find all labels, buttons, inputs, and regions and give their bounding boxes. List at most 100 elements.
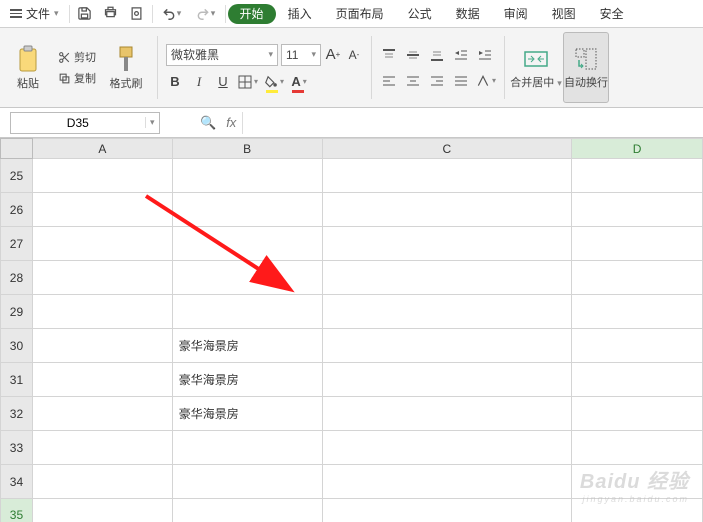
row-header[interactable]: 30 xyxy=(1,329,33,363)
align-top-button[interactable] xyxy=(380,45,398,65)
cell[interactable] xyxy=(172,431,322,465)
row-header[interactable]: 25 xyxy=(1,159,33,193)
cell[interactable]: 豪华海景房 xyxy=(172,397,322,431)
cell[interactable] xyxy=(572,397,703,431)
cell[interactable] xyxy=(572,159,703,193)
cell[interactable] xyxy=(32,465,172,499)
tab-security[interactable]: 安全 xyxy=(588,0,636,27)
align-middle-button[interactable] xyxy=(404,45,422,65)
wrap-text-button[interactable]: 自动换行 xyxy=(563,32,609,103)
cell[interactable] xyxy=(172,295,322,329)
name-box-input[interactable] xyxy=(11,116,145,130)
align-center-button[interactable] xyxy=(404,71,422,91)
cell[interactable] xyxy=(572,227,703,261)
tab-view[interactable]: 视图 xyxy=(540,0,588,27)
tab-layout[interactable]: 页面布局 xyxy=(324,0,396,27)
decrease-indent-button[interactable] xyxy=(452,45,470,65)
italic-button[interactable]: I xyxy=(190,72,208,92)
cell[interactable] xyxy=(572,431,703,465)
increase-indent-button[interactable] xyxy=(476,45,494,65)
justify-button[interactable] xyxy=(452,71,470,91)
cell[interactable] xyxy=(322,227,572,261)
tab-formula[interactable]: 公式 xyxy=(396,0,444,27)
cell[interactable] xyxy=(322,261,572,295)
cell[interactable] xyxy=(32,499,172,522)
row-header[interactable]: 31 xyxy=(1,363,33,397)
cell[interactable] xyxy=(32,397,172,431)
name-box[interactable]: ▾ xyxy=(10,112,160,134)
cell[interactable] xyxy=(572,499,703,522)
formula-input[interactable] xyxy=(242,112,703,134)
font-name-select[interactable]: 微软雅黑▾ xyxy=(166,44,278,66)
align-right-button[interactable] xyxy=(428,71,446,91)
border-button[interactable] xyxy=(238,72,258,92)
row-header[interactable]: 27 xyxy=(1,227,33,261)
fill-color-button[interactable] xyxy=(264,72,284,92)
row-header[interactable]: 34 xyxy=(1,465,33,499)
cell[interactable] xyxy=(32,329,172,363)
col-header[interactable]: D xyxy=(572,139,703,159)
cell[interactable] xyxy=(322,499,572,522)
name-box-dropdown[interactable]: ▾ xyxy=(145,117,159,128)
align-left-button[interactable] xyxy=(380,71,398,91)
format-painter-button[interactable]: 格式刷 xyxy=(103,32,149,103)
cell[interactable] xyxy=(572,465,703,499)
cell[interactable] xyxy=(32,159,172,193)
tab-data[interactable]: 数据 xyxy=(444,0,492,27)
cell[interactable] xyxy=(32,261,172,295)
orientation-button[interactable] xyxy=(476,71,496,91)
cell[interactable] xyxy=(572,193,703,227)
cell[interactable] xyxy=(322,159,572,193)
align-bottom-button[interactable] xyxy=(428,45,446,65)
cell[interactable] xyxy=(32,193,172,227)
row-header[interactable]: 32 xyxy=(1,397,33,431)
cell[interactable] xyxy=(322,363,572,397)
row-header[interactable]: 28 xyxy=(1,261,33,295)
cell[interactable] xyxy=(172,499,322,522)
cell[interactable] xyxy=(32,363,172,397)
cut-button[interactable]: 剪切 xyxy=(55,48,99,66)
increase-font-button[interactable]: A+ xyxy=(324,45,342,65)
cell[interactable] xyxy=(572,363,703,397)
print-button[interactable] xyxy=(98,0,124,27)
col-header[interactable]: C xyxy=(322,139,572,159)
cell[interactable] xyxy=(322,431,572,465)
zoom-icon[interactable]: 🔍 xyxy=(200,115,216,131)
cell[interactable] xyxy=(572,295,703,329)
cell[interactable] xyxy=(572,329,703,363)
cell[interactable]: 豪华海景房 xyxy=(172,329,322,363)
cell[interactable] xyxy=(322,329,572,363)
save-button[interactable] xyxy=(72,0,98,27)
cell[interactable]: 豪华海景房 xyxy=(172,363,322,397)
row-header[interactable]: 33 xyxy=(1,431,33,465)
cell[interactable] xyxy=(322,295,572,329)
cell[interactable] xyxy=(322,397,572,431)
row-header[interactable]: 26 xyxy=(1,193,33,227)
tab-review[interactable]: 审阅 xyxy=(492,0,540,27)
font-size-select[interactable]: 11▾ xyxy=(281,44,321,66)
cell[interactable] xyxy=(572,261,703,295)
cell[interactable] xyxy=(172,465,322,499)
cell[interactable] xyxy=(32,431,172,465)
file-menu[interactable]: 文件 ▾ xyxy=(2,0,67,27)
cell[interactable] xyxy=(172,193,322,227)
col-header[interactable]: B xyxy=(172,139,322,159)
paste-button[interactable]: 粘贴 xyxy=(5,32,51,103)
select-all-corner[interactable] xyxy=(1,139,33,159)
row-header[interactable]: 35 xyxy=(1,499,33,522)
tab-start[interactable]: 开始 xyxy=(228,4,276,24)
copy-button[interactable]: 复制 xyxy=(55,69,99,87)
col-header[interactable]: A xyxy=(32,139,172,159)
cell[interactable] xyxy=(172,159,322,193)
row-header[interactable]: 29 xyxy=(1,295,33,329)
font-color-button[interactable]: A xyxy=(290,72,308,92)
cell[interactable] xyxy=(32,227,172,261)
underline-button[interactable]: U xyxy=(214,72,232,92)
cell[interactable] xyxy=(172,227,322,261)
cell[interactable] xyxy=(322,193,572,227)
tab-insert[interactable]: 插入 xyxy=(276,0,324,27)
merge-center-button[interactable]: 合并居中 ▾ xyxy=(513,32,559,103)
cell[interactable] xyxy=(32,295,172,329)
bold-button[interactable]: B xyxy=(166,72,184,92)
redo-button[interactable]: ▾ xyxy=(189,0,223,27)
